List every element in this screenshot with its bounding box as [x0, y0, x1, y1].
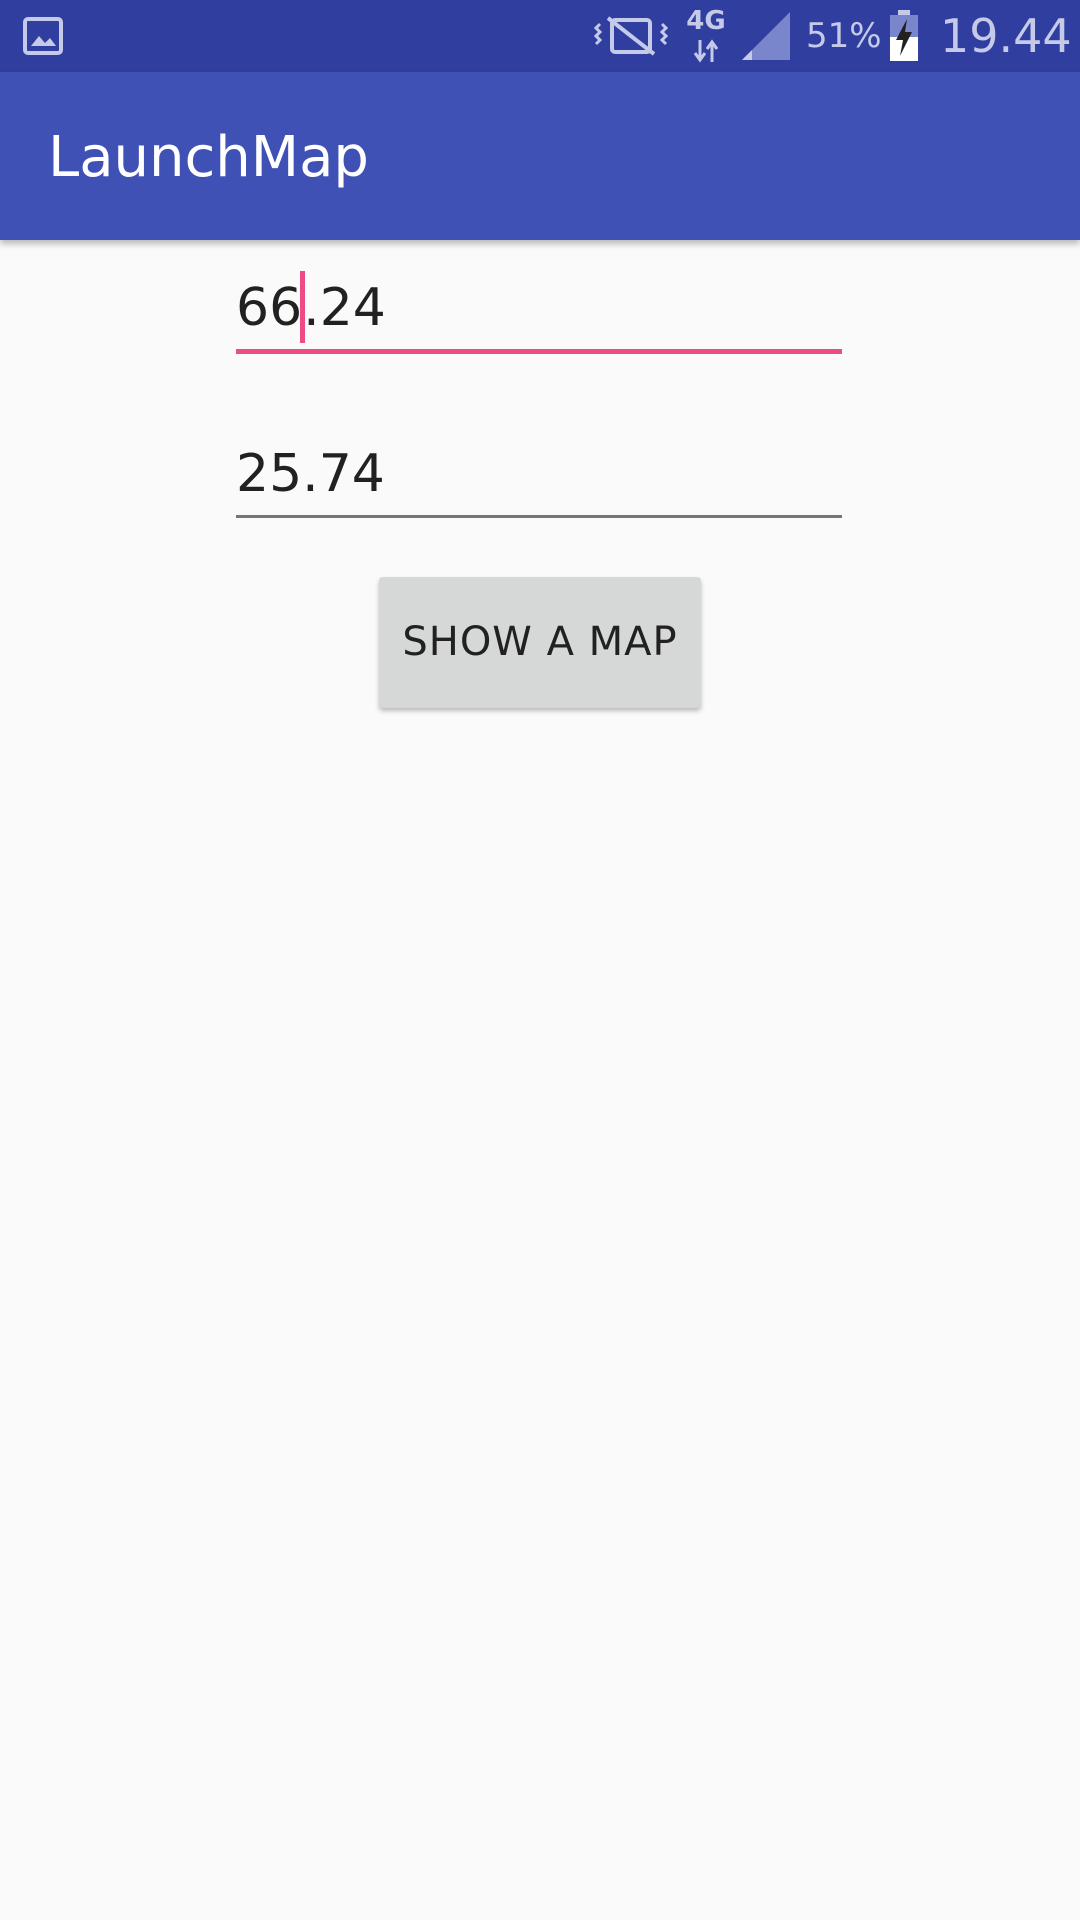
signal-icon [742, 12, 790, 60]
latitude-underline-focused [236, 349, 842, 354]
network-type-label: 4G [686, 6, 726, 36]
app-bar: LaunchMap [0, 72, 1080, 240]
text-cursor [300, 271, 306, 343]
clock: 19.44 [940, 9, 1072, 63]
longitude-underline [236, 515, 842, 518]
vibrate-icon [594, 16, 668, 56]
latitude-value-after-cursor: .24 [303, 278, 386, 338]
data-arrows-icon [693, 39, 719, 63]
latitude-value-before-cursor: 66 [236, 278, 303, 338]
app-title: LaunchMap [48, 125, 369, 190]
longitude-value[interactable]: 25.74 [236, 434, 385, 514]
network-indicator: 4G [686, 6, 726, 66]
show-map-button[interactable]: SHOW A MAP [379, 577, 701, 708]
latitude-input[interactable]: 66.24 [236, 268, 842, 354]
latitude-value[interactable]: 66.24 [236, 268, 386, 348]
longitude-input[interactable]: 25.74 [236, 434, 842, 518]
battery-charging-icon [890, 10, 918, 61]
status-bar: 4G 51% 19.44 [0, 0, 1080, 72]
gallery-icon [23, 17, 63, 55]
battery-percent: 51% [806, 16, 882, 56]
